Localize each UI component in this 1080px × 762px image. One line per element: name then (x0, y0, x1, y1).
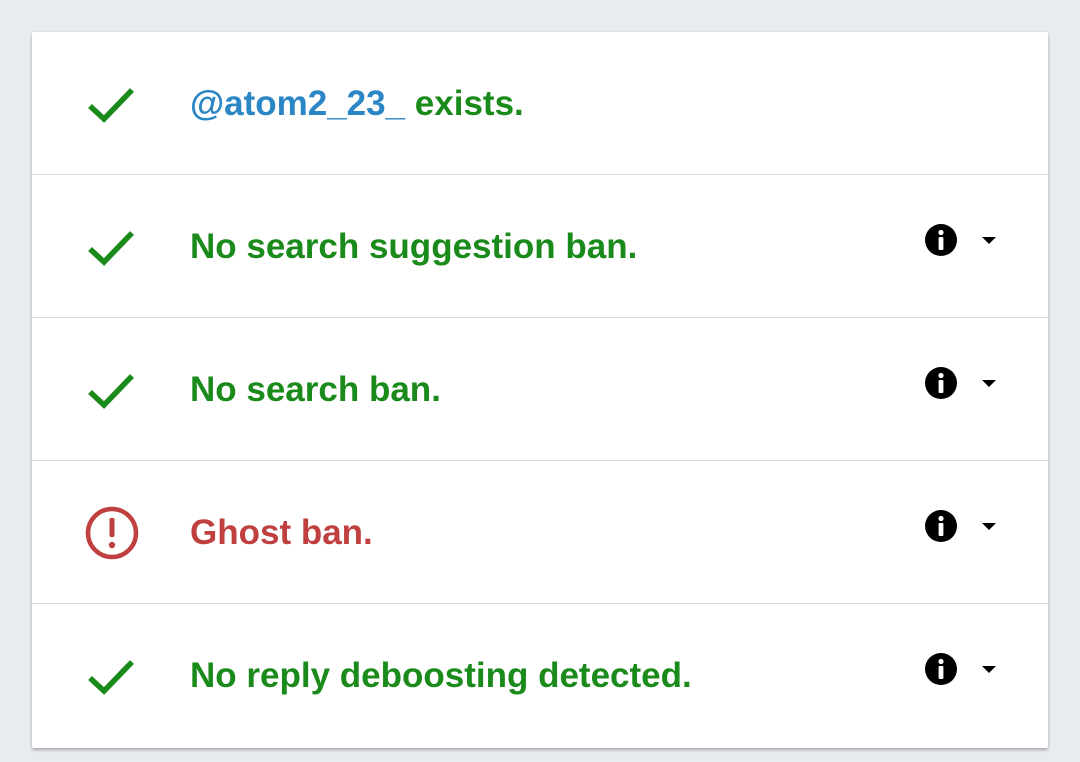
result-row-search-ban: No search ban. (32, 318, 1048, 461)
reply-deboosting-label: No reply deboosting detected. (190, 656, 692, 695)
result-row-ghost-ban: Ghost ban. (32, 461, 1048, 604)
chevron-down-icon[interactable] (978, 233, 1000, 247)
result-row-reply-deboosting: No reply deboosting detected. (32, 604, 1048, 745)
result-row-account-exists: @atom2_23_ exists. (32, 32, 1048, 175)
search-suggestion-ban-label: No search suggestion ban. (190, 227, 638, 266)
check-icon (88, 660, 134, 695)
check-icon (88, 88, 134, 123)
info-icon[interactable] (924, 366, 958, 400)
ghost-ban-label: Ghost ban. (190, 513, 373, 552)
info-icon[interactable] (924, 652, 958, 686)
results-card: @atom2_23_ exists. No search suggestion … (32, 32, 1048, 748)
info-icon[interactable] (924, 223, 958, 257)
check-icon (88, 374, 134, 409)
chevron-down-icon[interactable] (978, 519, 1000, 533)
exists-label: exists. (405, 84, 524, 123)
search-ban-label: No search ban. (190, 370, 441, 409)
result-row-search-suggestion-ban: No search suggestion ban. (32, 175, 1048, 318)
chevron-down-icon[interactable] (978, 662, 1000, 676)
account-handle-link[interactable]: @atom2_23_ (190, 84, 405, 123)
alert-circle-icon (85, 506, 139, 560)
account-exists-text: @atom2_23_ exists. (190, 32, 524, 175)
check-icon (88, 231, 134, 266)
info-icon[interactable] (924, 509, 958, 543)
chevron-down-icon[interactable] (978, 376, 1000, 390)
